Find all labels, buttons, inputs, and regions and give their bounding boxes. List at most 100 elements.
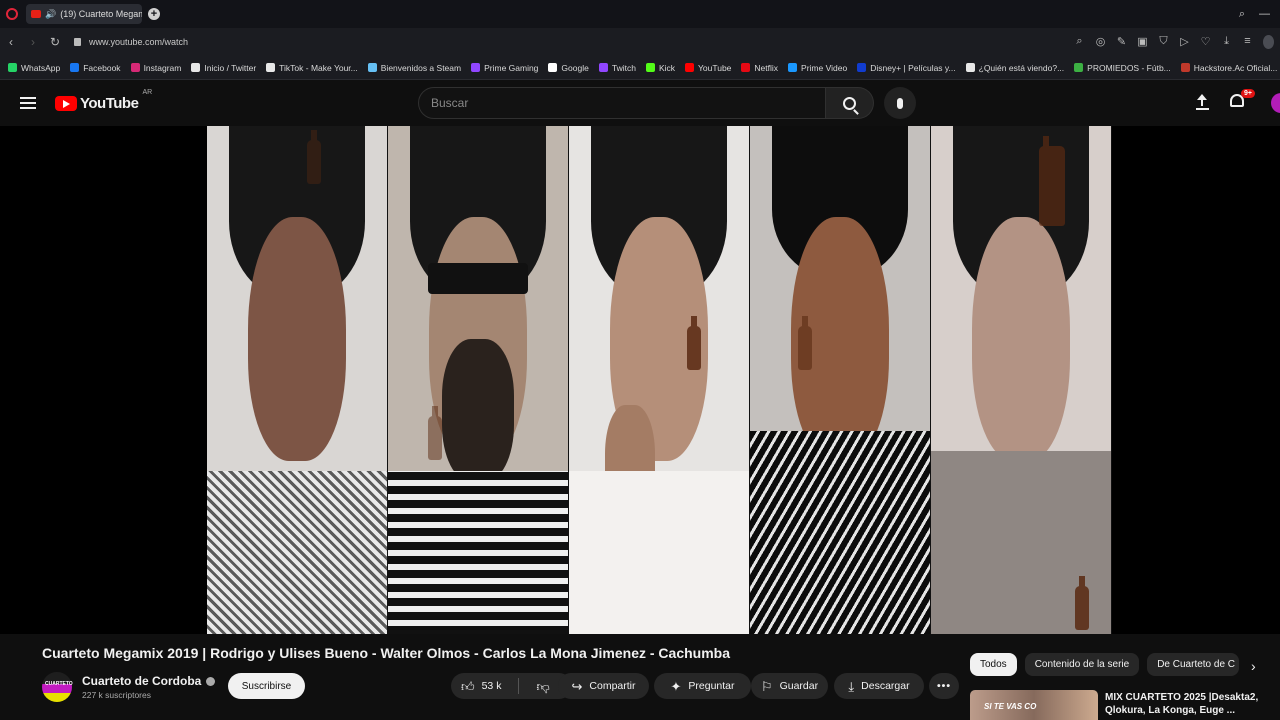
bookmark-item[interactable]: TikTok - Make Your... [266,63,358,73]
like-button[interactable]: 👍︎ 53 k [451,673,520,699]
related-chips: Todos Contenido de la serie De Cuarteto … [970,653,1240,676]
bookmark-item[interactable]: Disney+ | Películas y... [857,62,956,73]
video-player[interactable] [0,126,1280,634]
bookmark-item[interactable]: Google [548,63,589,73]
video-frame[interactable] [207,126,1112,634]
microphone-icon [897,97,903,109]
bookmark-label: Bienvenidos a Steam [380,62,462,73]
bookmark-label: PROMIEDOS - Fútb... [1087,62,1171,73]
tab-title: (19) Cuarteto Megami [60,9,142,19]
chip-series[interactable]: Contenido de la serie [1024,653,1140,676]
video-panel [931,126,1112,634]
browser-tab-youtube[interactable]: 🔊 (19) Cuarteto Megami [26,4,142,24]
more-actions-button[interactable]: ••• [929,673,959,699]
back-icon[interactable]: ‹ [0,35,22,49]
shield-icon[interactable]: ⛉ [1158,35,1169,49]
bookmark-favicon-icon [965,63,975,72]
chip-all[interactable]: Todos [970,653,1017,676]
voice-search-button[interactable] [884,87,916,119]
bookmark-item[interactable]: Netflix [741,63,778,73]
download-label: Descargar [861,680,910,692]
url-field[interactable]: www.youtube.com/watch [74,37,188,47]
recommended-title[interactable]: MIX CUARTETO 2025 |Desakta2, Qlokura, La… [1105,691,1275,717]
video-panel [569,126,750,634]
bookmark-label: Inicio / Twitter [204,62,257,73]
logo-text: YouTube [80,94,139,112]
bookmark-item[interactable]: Prime Video [788,63,847,73]
bookmark-label: TikTok - Make Your... [279,62,358,73]
save-button[interactable]: ⚐ Guardar [751,673,828,699]
bookmark-label: YouTube [698,62,732,73]
search-button[interactable] [826,87,874,119]
bookmark-label: Hackstore.Ac Oficial... [1193,62,1278,73]
new-tab-icon[interactable]: + [148,8,160,20]
bookmark-favicon-icon [367,63,377,72]
camera-icon[interactable]: ◎ [1095,35,1106,49]
forward-icon[interactable]: › [22,35,44,49]
bookmark-label: Instagram [143,62,182,73]
bookmark-item[interactable]: ¿Quién está viendo?... [965,63,1064,73]
opera-logo-icon[interactable] [6,8,18,20]
bookmark-item[interactable]: YouTube [685,63,731,73]
youtube-logo[interactable]: YouTube AR [55,89,152,112]
bookmark-item[interactable]: Inicio / Twitter [191,63,256,73]
guide-menu-icon[interactable] [20,97,36,109]
bookmark-item[interactable]: WhatsApp [8,63,60,73]
verified-icon [206,676,216,686]
bookmark-item[interactable]: Bienvenidos a Steam [367,62,462,73]
more-dots-icon: ••• [936,680,952,692]
bookmark-item[interactable]: Twitch [598,62,636,73]
play-icon[interactable]: ▷ [1179,35,1190,49]
bookmark-favicon-icon [1180,63,1190,72]
lock-icon [74,38,81,46]
zoom-icon[interactable]: ⌕ [1074,35,1085,49]
edit-icon[interactable]: ✎ [1116,35,1127,49]
dislike-button[interactable]: 👎︎ [526,673,549,699]
minimize-icon[interactable]: — [1259,8,1270,20]
bookmark-item[interactable]: Facebook [70,63,121,73]
ask-button[interactable]: ✦ Preguntar [654,673,751,699]
tab-search-icon[interactable]: ⌕ [1239,8,1245,21]
heart-icon[interactable]: ♡ [1200,35,1211,49]
bookmark-item[interactable]: Instagram [130,62,182,73]
search-icon [843,96,856,110]
chip-channel[interactable]: De Cuarteto de C [1147,653,1240,676]
country-code: AR [142,88,153,96]
channel-name[interactable]: Cuarteto de Cordoba [82,674,201,688]
speaker-icon[interactable]: 🔊 [45,9,56,20]
snapshot-icon[interactable]: ▣ [1137,35,1148,49]
bookmark-item[interactable]: Hackstore.Ac Oficial... [1180,62,1278,73]
video-panel [750,126,931,634]
channel-row: CUARTETO Cuarteto de Cordoba 227 k suscr… [42,672,216,702]
bookmark-favicon-icon [8,63,17,72]
channel-avatar[interactable]: CUARTETO [42,672,73,702]
notifications-button[interactable]: 9+ [1230,89,1255,112]
reload-icon[interactable]: ↻ [44,35,66,49]
url-text[interactable]: www.youtube.com/watch [89,37,188,47]
bookmark-favicon-icon [130,63,140,72]
download-button[interactable]: ⤓ Descargar [834,673,924,699]
recommended-title-line: Qlokura, La Konga, Euge ... [1105,705,1236,716]
bookmark-item[interactable]: Prime Gaming [471,63,538,73]
recommended-thumbnail[interactable]: SI TE VAS CO [970,690,1098,720]
bookmark-label: Twitch [611,62,636,73]
chevron-right-icon[interactable]: › [1251,658,1256,674]
bookmark-icon: ⚐ [760,678,773,694]
bookmark-item[interactable]: Kick [645,62,675,73]
bookmark-label: Kick [658,62,675,73]
browser-profile-icon[interactable] [1263,35,1274,49]
search-input[interactable] [431,96,825,110]
share-button[interactable]: ↪ Compartir [558,673,649,699]
upload-icon[interactable] [1193,94,1211,112]
bookmark-label: Disney+ | Películas y... [870,62,956,73]
bookmark-item[interactable]: PROMIEDOS - Fútb... [1074,63,1171,73]
video-info: Cuarteto Megamix 2019 | Rodrigo y Ulises… [0,634,1280,720]
subscribe-button[interactable]: Suscribirse [228,673,305,699]
download-arrow-icon: ⤓ [848,678,855,694]
share-label: Compartir [589,680,636,692]
video-title: Cuarteto Megamix 2019 | Rodrigo y Ulises… [42,645,730,661]
address-bar: ‹ › ↻ www.youtube.com/watch ⌕ ◎ ✎ ▣ ⛉ ▷ … [0,28,1280,56]
sparkle-icon: ✦ [670,678,682,694]
menu-icon[interactable]: ≡ [1242,35,1253,49]
download-icon[interactable]: ⤓ [1221,35,1232,49]
